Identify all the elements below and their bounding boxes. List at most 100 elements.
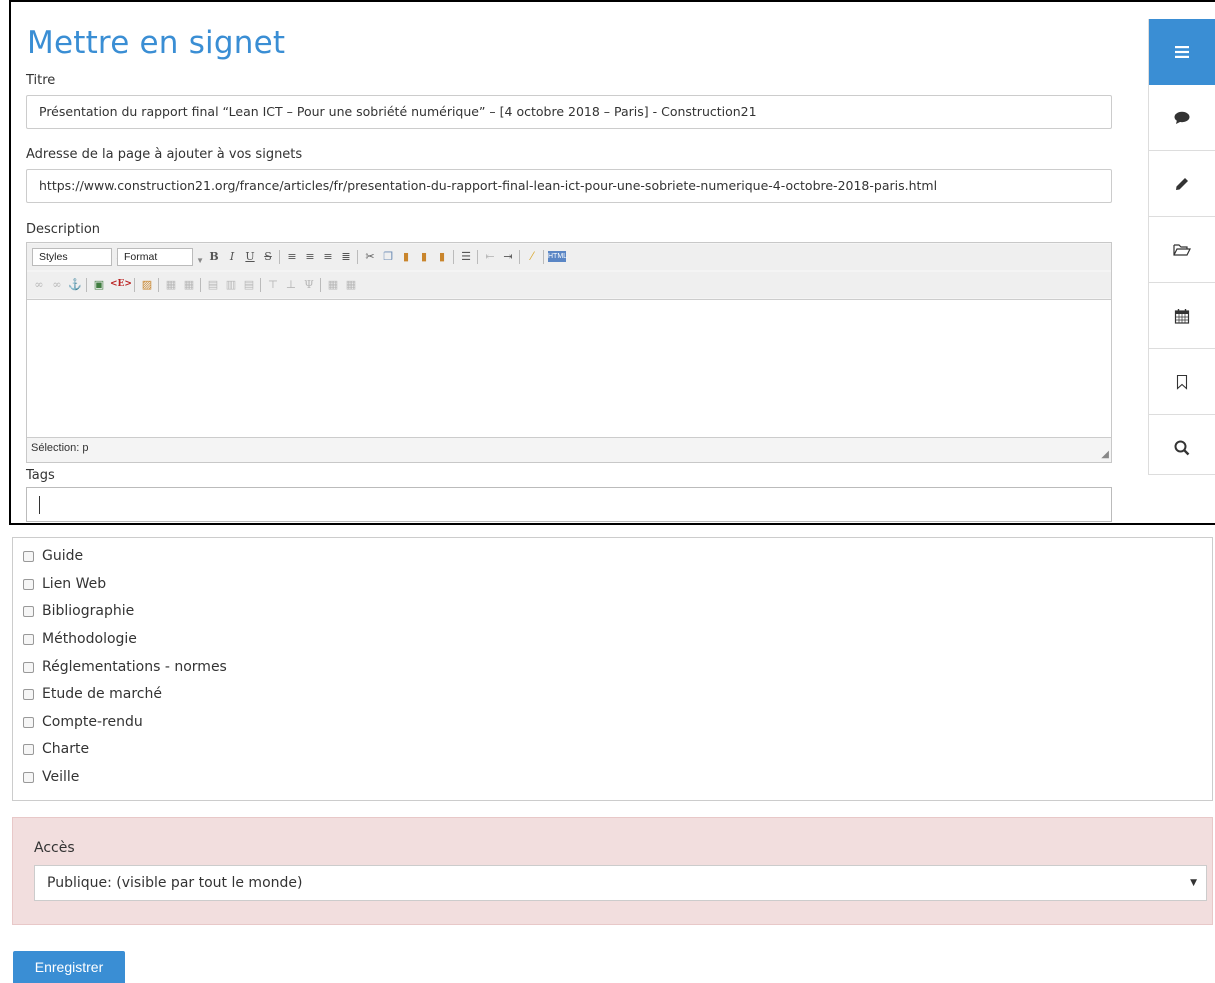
paste-icon[interactable]: ▮ [399, 249, 413, 264]
page-title: Mettre en signet [27, 25, 286, 61]
category-bibliographie[interactable]: Bibliographie [23, 600, 134, 622]
chevron-down-icon: ▼ [196, 256, 204, 265]
align-center-icon[interactable]: ≡ [303, 249, 317, 264]
insert-media-icon[interactable]: ▨ [140, 277, 154, 292]
sidebar-menu-button[interactable] [1149, 19, 1215, 85]
toolbar-divider [134, 278, 135, 292]
tags-label: Tags [26, 468, 55, 483]
html-source-icon[interactable]: HTML [548, 251, 567, 262]
italic-icon[interactable]: I [225, 249, 239, 264]
checkbox[interactable] [23, 716, 34, 728]
checkbox[interactable] [23, 578, 34, 590]
category-label: Veille [42, 769, 80, 785]
bold-icon[interactable]: B [207, 249, 221, 264]
comment-icon [1174, 111, 1190, 124]
align-right-icon[interactable]: ≡ [321, 249, 335, 264]
paste-text-icon[interactable]: ▮ [417, 249, 431, 264]
styles-select[interactable]: Styles ▼ [32, 248, 123, 266]
category-guide[interactable]: Guide [23, 545, 83, 567]
row-icon[interactable]: ▦ [182, 277, 196, 292]
split-cells-icon[interactable]: ▤ [242, 277, 256, 292]
access-selected-value: Publique: (visible par tout le monde) [47, 875, 303, 891]
category-veille[interactable]: Veille [23, 766, 79, 788]
checkbox[interactable] [23, 771, 34, 783]
edit-html-icon[interactable]: <E> [110, 277, 132, 292]
category-lien-web[interactable]: Lien Web [23, 573, 106, 595]
column-icon[interactable]: ▤ [206, 277, 220, 292]
checkbox[interactable] [23, 550, 34, 562]
link-icon[interactable]: ∞ [32, 277, 46, 292]
editor-toolbar-row2: ∞ ∞ ⚓ ▣ <E> ▨ ▦ ▦ ▤ ▥ ▤ ⊤ ⊥ Ψ ▦ ▦ [27, 272, 1111, 298]
text-caret [39, 496, 40, 514]
justify-icon[interactable]: ≣ [339, 249, 353, 264]
title-label: Titre [26, 73, 56, 88]
menu-icon [1175, 45, 1189, 58]
sidebar-edit-button[interactable] [1149, 151, 1215, 217]
category-label: Bibliographie [42, 603, 135, 619]
category-label: Guide [42, 548, 84, 564]
cleanup-icon[interactable]: ⁄ [525, 249, 539, 264]
bookmark-form-page: Mettre en signet Titre Présentation du r… [0, 0, 1215, 983]
resize-grip-icon[interactable]: ◢ [1101, 449, 1109, 460]
toolbar-divider [86, 278, 87, 292]
bulleted-list-icon[interactable]: ☰ [459, 249, 473, 264]
category-compte-rendu[interactable]: Compte-rendu [23, 711, 143, 733]
align-left-icon[interactable]: ≡ [285, 249, 299, 264]
access-label: Accès [34, 840, 75, 856]
category-reglementations[interactable]: Réglementations - normes [23, 656, 227, 678]
category-label: Méthodologie [42, 631, 137, 647]
sidebar-comment-button[interactable] [1149, 85, 1215, 151]
insert-image-icon[interactable]: ▣ [92, 277, 106, 292]
underline-icon[interactable]: U [243, 249, 257, 264]
toolbar-divider [357, 250, 358, 264]
save-button[interactable]: Enregistrer [13, 951, 125, 983]
merge-cells-icon[interactable]: ▥ [224, 277, 238, 292]
description-label: Description [26, 222, 101, 237]
tool-sidebar [1148, 19, 1215, 475]
format-select[interactable]: Format ▼ [117, 248, 204, 266]
indent-icon[interactable]: ⇥ [501, 249, 515, 264]
sidebar-folder-button[interactable] [1149, 217, 1215, 283]
checkbox[interactable] [23, 605, 34, 617]
editor-status-path: Sélection: p [31, 442, 89, 454]
delete-table-icon[interactable]: ▦ [326, 277, 340, 292]
checkbox[interactable] [23, 661, 34, 673]
category-charte[interactable]: Charte [23, 738, 89, 760]
category-etude-de-marche[interactable]: Etude de marché [23, 683, 162, 705]
category-label: Etude de marché [42, 686, 162, 702]
checkbox[interactable] [23, 743, 34, 755]
cell-props-icon[interactable]: ⊤ [266, 277, 280, 292]
styles-select-label: Styles [39, 251, 68, 263]
toolbar-divider [279, 250, 280, 264]
editor-content-area[interactable] [27, 299, 1111, 438]
sidebar-search-button[interactable] [1149, 415, 1215, 481]
category-label: Charte [42, 741, 90, 757]
cut-icon[interactable]: ✂ [363, 249, 377, 264]
row-props-icon[interactable]: ⊥ [284, 277, 298, 292]
title-field[interactable]: Présentation du rapport final “Lean ICT … [26, 95, 1112, 129]
col-props-icon[interactable]: Ψ [302, 277, 316, 292]
description-editor: Styles ▼ Format ▼ B I U S ≡ ≡ ≡ ≣ ✂ ❐ ▮ … [26, 242, 1112, 463]
category-checklist: Guide Lien Web Bibliographie Méthodologi… [12, 537, 1213, 801]
strikethrough-icon[interactable]: S [261, 249, 275, 264]
outdent-icon[interactable]: ⇤ [483, 249, 497, 264]
toolbar-divider [260, 278, 261, 292]
table-props-icon[interactable]: ▦ [344, 277, 358, 292]
access-select[interactable]: Publique: (visible par tout le monde) ▼ [34, 865, 1207, 901]
format-select-label: Format [124, 251, 158, 263]
chevron-down-icon: ▼ [1190, 878, 1197, 888]
toolbar-divider [543, 250, 544, 264]
unlink-icon[interactable]: ∞ [50, 277, 64, 292]
anchor-icon[interactable]: ⚓ [68, 277, 82, 292]
toolbar-divider [453, 250, 454, 264]
tags-input[interactable] [26, 487, 1112, 522]
table-icon[interactable]: ▦ [164, 277, 178, 292]
paste-word-icon[interactable]: ▮ [435, 249, 449, 264]
sidebar-bookmark-button[interactable] [1149, 349, 1215, 415]
category-methodologie[interactable]: Méthodologie [23, 628, 137, 650]
sidebar-calendar-button[interactable] [1149, 283, 1215, 349]
checkbox[interactable] [23, 688, 34, 700]
copy-icon[interactable]: ❐ [381, 249, 395, 264]
checkbox[interactable] [23, 633, 34, 645]
url-field[interactable]: https://www.construction21.org/france/ar… [26, 169, 1112, 203]
